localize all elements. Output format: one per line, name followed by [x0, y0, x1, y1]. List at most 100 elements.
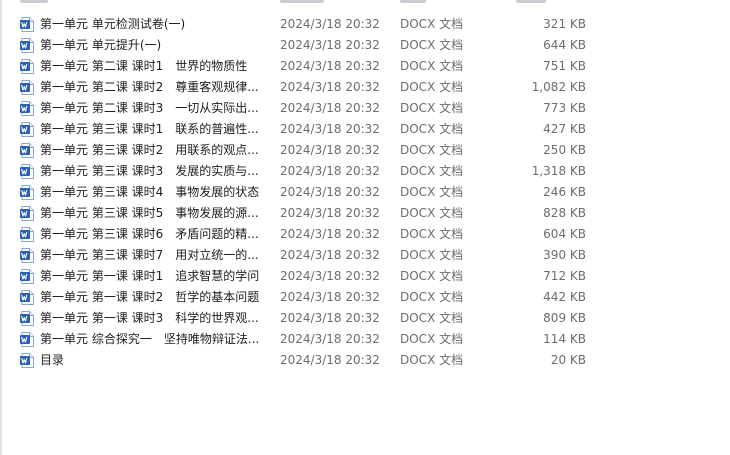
file-date-modified: 2024/3/18 20:32 — [280, 206, 380, 220]
file-name: 第一单元 第三课 课时5 事物发展的源... — [40, 206, 259, 220]
file-name: 第一单元 第三课 课时2 用联系的观点... — [40, 143, 259, 157]
file-date-modified: 2024/3/18 20:32 — [280, 101, 380, 115]
file-type: DOCX 文档 — [400, 164, 464, 178]
word-doc-icon — [20, 332, 34, 347]
word-doc-icon — [20, 227, 34, 242]
file-type: DOCX 文档 — [400, 290, 464, 304]
word-doc-icon — [20, 59, 34, 74]
file-name: 第一单元 第一课 课时2 哲学的基本问题 — [40, 290, 260, 304]
file-type: DOCX 文档 — [400, 185, 464, 199]
file-row[interactable]: 第一单元 第一课 课时2 哲学的基本问题 2024/3/18 20:32 DOC… — [16, 287, 596, 308]
word-doc-icon — [20, 122, 34, 137]
file-row[interactable]: 第一单元 第二课 课时1 世界的物质性 2024/3/18 20:32 DOCX… — [16, 56, 596, 77]
file-row[interactable]: 第一单元 第二课 课时3 一切从实际出... 2024/3/18 20:32 D… — [16, 98, 596, 119]
word-doc-icon — [20, 17, 34, 32]
file-type: DOCX 文档 — [400, 248, 464, 262]
column-header-row — [2, 0, 730, 3]
file-type: DOCX 文档 — [400, 59, 464, 73]
word-doc-icon — [20, 101, 34, 116]
file-date-modified: 2024/3/18 20:32 — [280, 332, 380, 346]
file-size: 250 KB — [543, 143, 586, 157]
file-size: 604 KB — [543, 227, 586, 241]
file-type: DOCX 文档 — [400, 143, 464, 157]
file-date-modified: 2024/3/18 20:32 — [280, 227, 380, 241]
file-name: 第一单元 第三课 课时1 联系的普遍性... — [40, 122, 259, 136]
file-list: 第一单元 单元检测试卷(一) 2024/3/18 20:32 DOCX 文档 3… — [16, 14, 596, 371]
file-name: 第一单元 第一课 课时3 科学的世界观... — [40, 311, 259, 325]
file-date-modified: 2024/3/18 20:32 — [280, 59, 380, 73]
column-header-type[interactable] — [400, 0, 426, 3]
file-type: DOCX 文档 — [400, 17, 464, 31]
file-date-modified: 2024/3/18 20:32 — [280, 269, 380, 283]
file-type: DOCX 文档 — [400, 353, 464, 367]
file-size: 809 KB — [543, 311, 586, 325]
file-type: DOCX 文档 — [400, 122, 464, 136]
column-header-size[interactable] — [516, 0, 546, 3]
file-date-modified: 2024/3/18 20:32 — [280, 143, 380, 157]
file-name: 第一单元 单元检测试卷(一) — [40, 17, 186, 31]
file-explorer-window: 第一单元 单元检测试卷(一) 2024/3/18 20:32 DOCX 文档 3… — [0, 0, 730, 455]
file-type: DOCX 文档 — [400, 269, 464, 283]
file-row[interactable]: 第一单元 第二课 课时2 尊重客观规律... 2024/3/18 20:32 D… — [16, 77, 596, 98]
word-doc-icon — [20, 206, 34, 221]
word-doc-icon — [20, 269, 34, 284]
file-row[interactable]: 第一单元 第三课 课时2 用联系的观点... 2024/3/18 20:32 D… — [16, 140, 596, 161]
file-row[interactable]: 目录 2024/3/18 20:32 DOCX 文档 20 KB — [16, 350, 596, 371]
file-size: 1,082 KB — [531, 80, 586, 94]
file-row[interactable]: 第一单元 第三课 课时6 矛盾问题的精... 2024/3/18 20:32 D… — [16, 224, 596, 245]
file-name: 第一单元 综合探究一 坚持唯物辩证法... — [40, 332, 260, 346]
file-date-modified: 2024/3/18 20:32 — [280, 17, 380, 31]
file-type: DOCX 文档 — [400, 38, 464, 52]
file-row[interactable]: 第一单元 第三课 课时4 事物发展的状态 2024/3/18 20:32 DOC… — [16, 182, 596, 203]
file-size: 751 KB — [543, 59, 586, 73]
file-size: 321 KB — [543, 17, 586, 31]
file-type: DOCX 文档 — [400, 101, 464, 115]
file-date-modified: 2024/3/18 20:32 — [280, 311, 380, 325]
file-date-modified: 2024/3/18 20:32 — [280, 353, 380, 367]
file-name: 第一单元 第一课 课时1 追求智慧的学问 — [40, 269, 260, 283]
file-row[interactable]: 第一单元 第三课 课时3 发展的实质与... 2024/3/18 20:32 D… — [16, 161, 596, 182]
file-name: 第一单元 第三课 课时6 矛盾问题的精... — [40, 227, 259, 241]
file-name: 第一单元 第二课 课时2 尊重客观规律... — [40, 80, 259, 94]
file-date-modified: 2024/3/18 20:32 — [280, 290, 380, 304]
file-type: DOCX 文档 — [400, 227, 464, 241]
file-row[interactable]: 第一单元 第三课 课时5 事物发展的源... 2024/3/18 20:32 D… — [16, 203, 596, 224]
file-size: 644 KB — [543, 38, 586, 52]
file-row[interactable]: 第一单元 综合探究一 坚持唯物辩证法... 2024/3/18 20:32 DO… — [16, 329, 596, 350]
word-doc-icon — [20, 311, 34, 326]
file-name: 第一单元 第三课 课时4 事物发展的状态 — [40, 185, 260, 199]
file-type: DOCX 文档 — [400, 311, 464, 325]
file-row[interactable]: 第一单元 第三课 课时7 用对立统一的... 2024/3/18 20:32 D… — [16, 245, 596, 266]
file-type: DOCX 文档 — [400, 206, 464, 220]
column-header-name[interactable] — [20, 0, 48, 3]
file-row[interactable]: 第一单元 单元检测试卷(一) 2024/3/18 20:32 DOCX 文档 3… — [16, 14, 596, 35]
file-size: 390 KB — [543, 248, 586, 262]
file-row[interactable]: 第一单元 第三课 课时1 联系的普遍性... 2024/3/18 20:32 D… — [16, 119, 596, 140]
file-date-modified: 2024/3/18 20:32 — [280, 164, 380, 178]
word-doc-icon — [20, 353, 34, 368]
file-size: 773 KB — [543, 101, 586, 115]
file-name: 第一单元 第三课 课时7 用对立统一的... — [40, 248, 259, 262]
word-doc-icon — [20, 80, 34, 95]
file-type: DOCX 文档 — [400, 80, 464, 94]
column-header-date[interactable] — [280, 0, 324, 3]
file-name: 第一单元 第三课 课时3 发展的实质与... — [40, 164, 259, 178]
file-name: 第一单元 第二课 课时1 世界的物质性 — [40, 59, 248, 73]
file-date-modified: 2024/3/18 20:32 — [280, 38, 380, 52]
file-size: 114 KB — [543, 332, 586, 346]
file-name: 第一单元 单元提升(一) — [40, 38, 162, 52]
word-doc-icon — [20, 38, 34, 53]
file-row[interactable]: 第一单元 第一课 课时3 科学的世界观... 2024/3/18 20:32 D… — [16, 308, 596, 329]
word-doc-icon — [20, 248, 34, 263]
file-row[interactable]: 第一单元 单元提升(一) 2024/3/18 20:32 DOCX 文档 644… — [16, 35, 596, 56]
word-doc-icon — [20, 143, 34, 158]
word-doc-icon — [20, 290, 34, 305]
file-row[interactable]: 第一单元 第一课 课时1 追求智慧的学问 2024/3/18 20:32 DOC… — [16, 266, 596, 287]
file-type: DOCX 文档 — [400, 332, 464, 346]
file-date-modified: 2024/3/18 20:32 — [280, 80, 380, 94]
file-size: 427 KB — [543, 122, 586, 136]
file-name: 第一单元 第二课 课时3 一切从实际出... — [40, 101, 259, 115]
file-size: 20 KB — [550, 353, 586, 367]
word-doc-icon — [20, 164, 34, 179]
navigation-pane-edge[interactable] — [0, 0, 2, 455]
